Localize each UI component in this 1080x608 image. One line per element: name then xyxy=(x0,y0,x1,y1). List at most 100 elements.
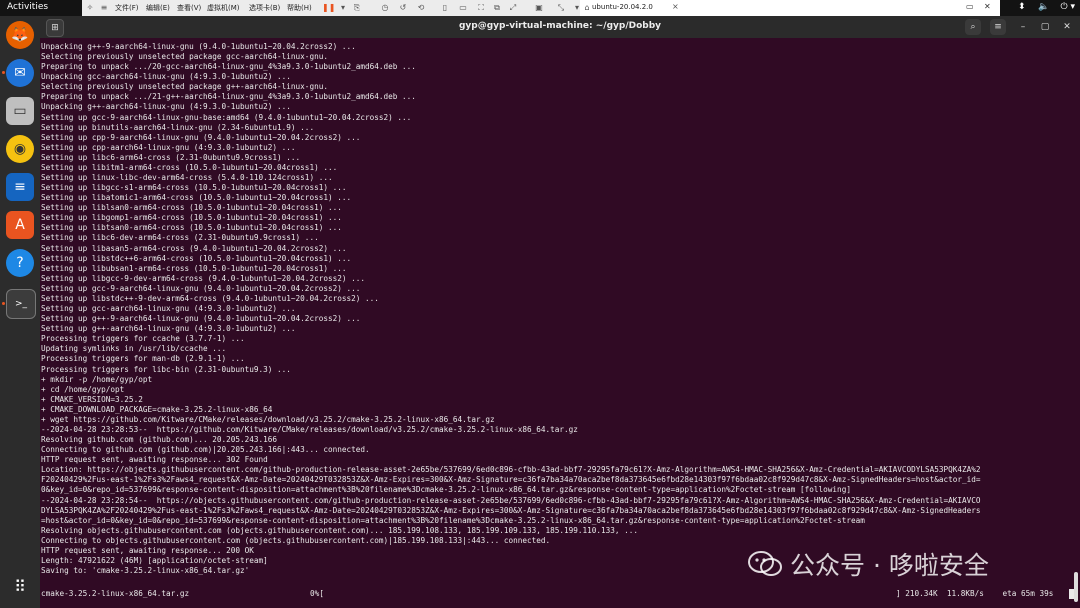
terminal-line: + CMAKE_VERSION=3.25.2 xyxy=(41,394,143,404)
menu-tabs[interactable]: 选项卡(B) xyxy=(249,3,280,13)
terminal-line: Setting up linux-libc-dev-arm64-cross (5… xyxy=(41,173,333,183)
send-keys-icon[interactable]: ⎘ xyxy=(352,3,362,13)
unity-icon[interactable]: ⧉ xyxy=(492,3,502,13)
terminal-line: Unpacking g++-aarch64-linux-gnu (4:9.3.0… xyxy=(41,102,291,112)
terminal-line: DYLSA53PQK4ZA%2F20240429%2Fus-east-1%2Fs… xyxy=(41,505,981,515)
terminal-line: Updating symlinks in /usr/lib/ccache ... xyxy=(41,344,227,354)
snapshot-manager-icon[interactable]: ⟲ xyxy=(416,3,426,13)
terminal-line: + CMAKE_DOWNLOAD_PACKAGE=cmake-3.25.2-li… xyxy=(41,404,273,414)
vm-tab-label: ubuntu-20.04.2.0 xyxy=(592,3,653,11)
revert-snapshot-icon[interactable]: ↺ xyxy=(398,3,408,13)
system-tray[interactable]: ⬍ 🔈 ⏻ ▾ xyxy=(1018,2,1075,12)
view-icon[interactable]: ▭ xyxy=(458,3,468,13)
terminal-headerbar: ⊞ gyp@gyp-virtual-machine: ~/gyp/Dobby ⌕… xyxy=(40,16,1080,38)
snapshot-icon[interactable]: ◷ xyxy=(380,3,390,13)
activities-button[interactable]: Activities xyxy=(7,2,48,12)
terminal-line: Saving to: 'cmake-3.25.2-linux-x86_64.ta… xyxy=(41,566,250,576)
menu-toggle-icon[interactable]: ≡ xyxy=(99,3,109,13)
terminal-line: Setting up cpp-aarch64-linux-gnu (4:9.3.… xyxy=(41,142,296,152)
terminal-line: Resolving objects.githubusercontent.com … xyxy=(41,525,639,535)
menu-help[interactable]: 帮助(H) xyxy=(287,3,312,13)
pause-icon[interactable]: ❚❚ xyxy=(322,3,335,13)
terminal-line: Processing triggers for libc-bin (2.31-0… xyxy=(41,364,291,374)
sidebar-icon[interactable]: ▯ xyxy=(440,3,450,13)
stretch-icon[interactable]: ⤢ xyxy=(508,3,518,13)
power-icon: ⏻ xyxy=(1060,2,1068,12)
minimize-vm-icon[interactable]: ▭ xyxy=(966,2,974,11)
terminal-output: Unpacking g++-9-aarch64-linux-gnu (9.4.0… xyxy=(41,42,1077,586)
terminal-line: + mkdir -p /home/gyp/opt xyxy=(41,374,153,384)
terminal-icon[interactable]: >_ xyxy=(6,289,36,319)
terminal-line: Setting up libstdc++6-arm64-cross (10.5.… xyxy=(41,253,352,263)
ubuntu-software-icon[interactable]: A xyxy=(6,211,34,239)
terminal-line: Setting up libstdc++-9-dev-arm64-cross (… xyxy=(41,293,379,303)
progress-percent: 0%[ xyxy=(310,589,324,598)
progress-file: cmake-3.25.2-linux-x86_64.tar.gz xyxy=(41,589,190,598)
terminal-line: F20240429%2Fus-east-1%2Fs3%2Faws4_reques… xyxy=(41,475,981,485)
terminal-line: Preparing to unpack .../21-g++-aarch64-l… xyxy=(41,92,416,102)
thunderbird-icon[interactable]: ✉ xyxy=(6,59,34,87)
close-icon[interactable]: ✕ xyxy=(1059,19,1075,35)
vm-tab[interactable]: ⌂ ubuntu-20.04.2.0 × ▭ ✕ xyxy=(580,0,1000,16)
terminal-line: Setting up libubsan1-arm64-cross (10.5.0… xyxy=(41,263,347,273)
minimize-icon[interactable]: – xyxy=(1015,19,1031,35)
terminal-line: Connecting to github.com (github.com)|20… xyxy=(41,445,370,455)
terminal-line: Location: https://objects.githubusercont… xyxy=(41,465,981,475)
files-icon[interactable]: ▭ xyxy=(6,97,34,125)
terminal-line: Setting up binutils-aarch64-linux-gnu (2… xyxy=(41,122,315,132)
help-icon[interactable]: ? xyxy=(6,249,34,277)
vm-tab-close-button[interactable]: × xyxy=(672,2,679,11)
libreoffice-writer-icon[interactable]: ≡ xyxy=(6,173,34,201)
terminal-line: Connecting to objects.githubusercontent.… xyxy=(41,535,551,545)
terminal-line: Selecting previously unselected package … xyxy=(41,82,328,92)
menu-edit[interactable]: 编辑(E) xyxy=(146,3,170,13)
terminal-line: Setting up libgcc-s1-arm64-cross (10.5.0… xyxy=(41,183,347,193)
terminal-line: Setting up libatomic1-arm64-cross (10.5.… xyxy=(41,193,352,203)
vm-tab-icon: ⌂ xyxy=(584,3,590,12)
show-applications-icon[interactable]: ⠿ xyxy=(6,572,34,600)
menu-view[interactable]: 查看(V) xyxy=(177,3,201,13)
pin-icon[interactable]: ✧ xyxy=(85,3,95,13)
terminal-line: Setting up libitm1-arm64-cross (10.5.0-1… xyxy=(41,162,338,172)
terminal-window[interactable]: ⊞ gyp@gyp-virtual-machine: ~/gyp/Dobby ⌕… xyxy=(40,16,1080,608)
terminal-line: + wget https://github.com/Kitware/CMake/… xyxy=(41,414,495,424)
dock: 🦊 ✉ ▭ ◉ ≡ A ? >_ ⠿ xyxy=(0,16,40,608)
fullscreen-icon[interactable]: ⛶ xyxy=(476,3,486,13)
terminal-line: 0&key_id=0&repo_id=537699&response-conte… xyxy=(41,485,851,495)
terminal-line: Setting up cpp-9-aarch64-linux-gnu (9.4.… xyxy=(41,132,361,142)
search-icon[interactable]: ⌕ xyxy=(965,19,981,35)
hamburger-menu-icon[interactable]: ≡ xyxy=(990,19,1006,35)
firefox-icon[interactable]: 🦊 xyxy=(6,21,34,49)
menu-file[interactable]: 文件(F) xyxy=(115,3,139,13)
menu-vm[interactable]: 虚拟机(M) xyxy=(207,3,240,13)
dropdown-icon[interactable]: ▾ xyxy=(338,3,348,13)
maximize-icon[interactable]: ▢ xyxy=(1037,19,1053,35)
terminal-line: Length: 47921622 (46M) [application/octe… xyxy=(41,555,268,565)
download-progress-line: cmake-3.25.2-linux-x86_64.tar.gz 0%[] 210… xyxy=(41,589,1077,601)
close-vm-icon[interactable]: ✕ xyxy=(984,2,991,11)
running-indicator xyxy=(2,302,5,305)
terminal-line: Processing triggers for ccache (3.7.7-1)… xyxy=(41,334,245,344)
network-icon: ⬍ xyxy=(1018,2,1026,12)
terminal-line: Setting up libtsan0-arm64-cross (10.5.0-… xyxy=(41,223,342,233)
scrollbar[interactable] xyxy=(1074,572,1078,602)
terminal-line: Setting up libasan5-arm64-cross (9.4.0-1… xyxy=(41,243,347,253)
terminal-title: gyp@gyp-virtual-machine: ~/gyp/Dobby xyxy=(458,21,662,31)
terminal-line: Setting up libgcc-9-dev-arm64-cross (9.4… xyxy=(41,273,365,283)
full-view-icon[interactable]: ⤡ xyxy=(556,3,566,13)
terminal-line: Setting up gcc-9-aarch64-linux-gnu (9.4.… xyxy=(41,283,361,293)
top-bar: Activities ✧ ≡ 文件(F) 编辑(E) 查看(V) 虚拟机(M) … xyxy=(0,0,1080,16)
tray-dropdown-icon: ▾ xyxy=(1070,2,1076,12)
volume-icon: 🔈 xyxy=(1038,2,1050,12)
running-indicator xyxy=(2,71,5,74)
terminal-line: + cd /home/gyp/opt xyxy=(41,384,125,394)
terminal-line: Selecting previously unselected package … xyxy=(41,52,328,62)
terminal-line: HTTP request sent, awaiting response... … xyxy=(41,455,268,465)
terminal-line: Setting up g++-aarch64-linux-gnu (4:9.3.… xyxy=(41,324,296,334)
console-icon[interactable]: ▣ xyxy=(534,3,544,13)
terminal-line: --2024-04-28 23:28:53-- https://github.c… xyxy=(41,424,578,434)
terminal-line: Setting up g++-9-aarch64-linux-gnu (9.4.… xyxy=(41,314,361,324)
terminal-line: Setting up libgomp1-arm64-cross (10.5.0-… xyxy=(41,213,342,223)
rhythmbox-icon[interactable]: ◉ xyxy=(6,135,34,163)
terminal-line: Setting up libc6-dev-arm64-cross (2.31-0… xyxy=(41,233,319,243)
